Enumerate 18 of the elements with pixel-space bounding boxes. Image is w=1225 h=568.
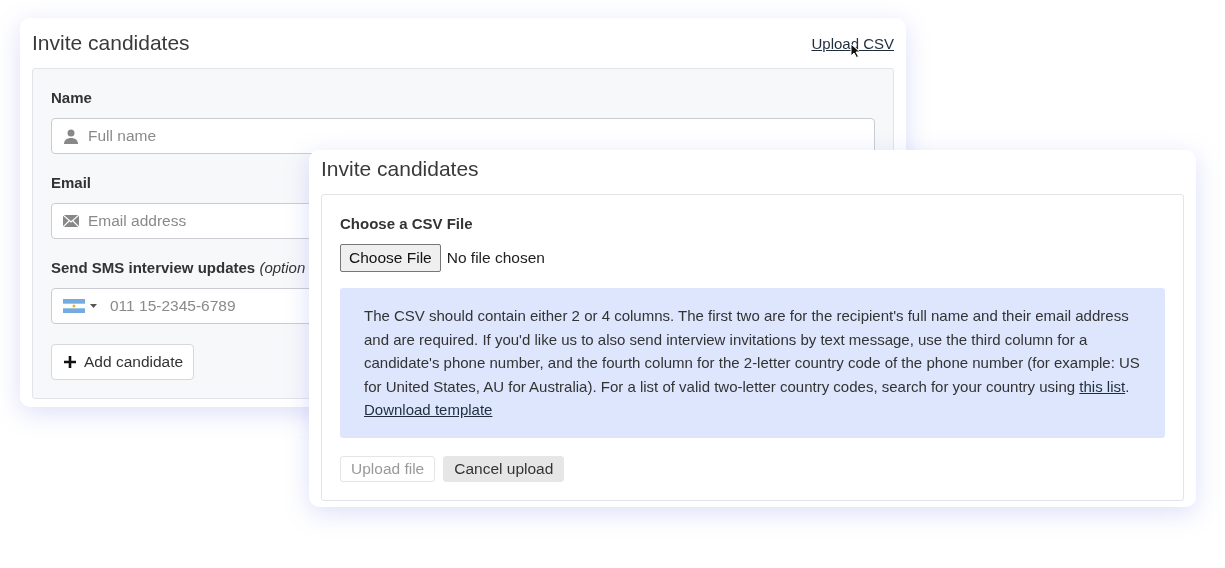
input-field[interactable]: Full name — [51, 118, 875, 154]
card-title: Invite candidates — [32, 31, 190, 55]
field-label: Email — [51, 174, 92, 191]
dialog-title: Invite candidates — [321, 157, 479, 181]
caret-icon[interactable] — [90, 304, 97, 308]
upload-csv-link[interactable]: Upload CSV — [811, 34, 894, 52]
envelope-icon — [63, 215, 79, 227]
field-label: Name — [51, 89, 92, 106]
field-label: Send SMS interview updates (option — [51, 259, 306, 276]
plus-icon — [64, 356, 76, 368]
add-candidate-button[interactable]: Add candidate — [51, 344, 195, 380]
cancel-upload-button[interactable]: Cancel upload — [443, 455, 565, 482]
person-icon — [63, 128, 79, 144]
field-label: Choose a CSV File — [340, 215, 473, 232]
download-template-link[interactable]: Download template — [364, 401, 493, 418]
choose-file-button[interactable]: Choose File — [340, 244, 441, 272]
file-status: No file chosen — [446, 249, 545, 267]
info-text: The CSV should contain either 2 or 4 columns. The first two are for the recipient's full name and their email address and are required. If you'd like us to also send interview invitations by text message, use the third column for a candidate's phone number, and the fourth column for the 2-letter country code of the phone number (for example: US for United States, AU for Australia). For a list of valid two-letter country codes, search for your country using this list. — [364, 306, 1141, 397]
